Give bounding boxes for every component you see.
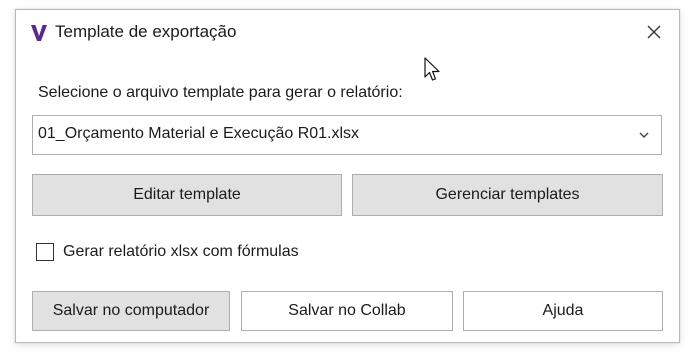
save-to-collab-button[interactable]: Salvar no Collab — [241, 291, 453, 331]
app-logo-icon — [31, 24, 47, 41]
export-template-dialog: Template de exportação Selecione o arqui… — [15, 9, 680, 343]
mouse-pointer-icon — [424, 57, 440, 81]
select-template-prompt: Selecione o arquivo template para gerar … — [38, 84, 403, 101]
dialog-title: Template de exportação — [55, 22, 237, 41]
save-to-computer-button[interactable]: Salvar no computador — [32, 291, 230, 331]
title-bar: Template de exportação — [16, 10, 679, 54]
template-select[interactable]: 01_Orçamento Material e Execução R01.xls… — [32, 115, 662, 155]
chevron-down-icon — [639, 132, 649, 138]
template-select-value: 01_Orçamento Material e Execução R01.xls… — [38, 125, 360, 142]
formulas-checkbox-label[interactable]: Gerar relatório xlsx com fórmulas — [63, 243, 299, 261]
close-icon[interactable] — [643, 21, 665, 43]
formulas-checkbox[interactable] — [36, 243, 54, 261]
help-button[interactable]: Ajuda — [463, 291, 663, 331]
edit-template-button[interactable]: Editar template — [32, 174, 342, 216]
manage-templates-button[interactable]: Gerenciar templates — [352, 174, 663, 216]
